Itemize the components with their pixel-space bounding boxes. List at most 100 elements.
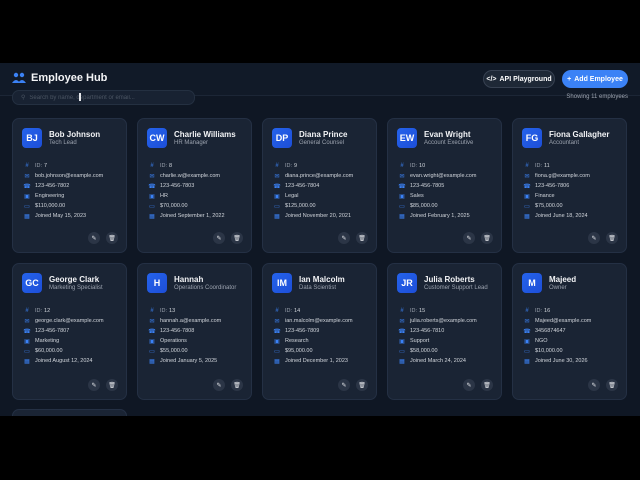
employee-card[interactable]: JR Julia Roberts Customer Support Lead # ID:…	[387, 263, 502, 400]
id-icon: #	[25, 163, 29, 169]
joined-icon: ▦	[524, 358, 530, 365]
delete-button[interactable]: 🗑︎	[356, 379, 368, 391]
employee-role: Account Executive	[424, 140, 474, 146]
salary-icon: ▭	[149, 203, 155, 210]
detail-phone: ☎ 123-456-7809	[272, 326, 353, 336]
department-icon: ▣	[24, 193, 30, 200]
app-logo[interactable]: Employee Hub	[12, 72, 107, 84]
employee-card[interactable]: FG Fiona Gallagher Accountant # ID: 11 ✉ fiona.…	[512, 118, 627, 253]
employee-card[interactable]: DP Diana Prince General Counsel # ID: 9 ✉ diana…	[262, 118, 377, 253]
text-cursor-icon	[79, 93, 81, 101]
joined-icon: ▦	[274, 213, 280, 220]
avatar: M	[522, 273, 542, 293]
id-icon: #	[275, 308, 279, 314]
id-value: 15	[419, 308, 426, 314]
detail-department: ▣ Operations	[147, 336, 221, 346]
delete-button[interactable]: 🗑︎	[106, 379, 118, 391]
pencil-icon: ✎	[216, 382, 222, 389]
avatar: DP	[272, 128, 292, 148]
id-value: 16	[544, 308, 551, 314]
employee-card[interactable]: IM Ian Malcolm Data Scientist # ID: 14 ✉ ian.ma…	[262, 263, 377, 400]
detail-department: ▣ NGO	[522, 336, 591, 346]
phone-value: 123-456-7808	[160, 328, 195, 334]
trash-icon: 🗑︎	[233, 382, 241, 389]
id-icon: #	[150, 308, 154, 314]
detail-department: ▣ Legal	[272, 191, 353, 201]
employee-card[interactable]: GC George Clark Marketing Specialist # ID: 12…	[12, 263, 127, 400]
department-value: HR	[160, 193, 168, 199]
edit-button[interactable]: ✎	[463, 232, 475, 244]
employee-name: Charlie Williams	[174, 130, 236, 139]
employee-card[interactable]: H Hannah Operations Coordinator # ID: 13 ✉ hann…	[137, 263, 252, 400]
email-value: evan.wright@example.com	[410, 173, 477, 179]
detail-salary: ▭ $110,000.00	[22, 201, 103, 211]
trash-icon: 🗑︎	[358, 382, 366, 389]
detail-phone: ☎ 123-456-7807	[22, 326, 104, 336]
employee-card[interactable]: CW Charlie Williams HR Manager # ID: 8 ✉ charli…	[137, 118, 252, 253]
edit-button[interactable]: ✎	[338, 232, 350, 244]
delete-button[interactable]: 🗑︎	[231, 232, 243, 244]
joined-value: Joined January 5, 2025	[160, 358, 218, 364]
id-icon: #	[150, 163, 154, 169]
id-value: 12	[44, 308, 51, 314]
edit-button[interactable]: ✎	[88, 379, 100, 391]
detail-email: ✉ diana.prince@example.com	[272, 171, 353, 181]
delete-button[interactable]: 🗑︎	[106, 232, 118, 244]
delete-button[interactable]: 🗑︎	[356, 232, 368, 244]
delete-button[interactable]: 🗑︎	[606, 379, 618, 391]
salary-value: $70,000.00	[160, 203, 188, 209]
department-value: Research	[285, 338, 309, 344]
card-actions: ✎ 🗑︎	[457, 232, 493, 244]
joined-icon: ▦	[399, 358, 405, 365]
salary-value: $95,000.00	[285, 348, 313, 354]
phone-value: 123-456-7809	[285, 328, 320, 334]
department-icon: ▣	[524, 338, 530, 345]
email-value: julia.roberts@example.com	[410, 318, 477, 324]
id-label: ID:	[535, 163, 543, 169]
edit-button[interactable]: ✎	[338, 379, 350, 391]
salary-value: $10,000.00	[535, 348, 563, 354]
joined-icon: ▦	[149, 213, 155, 220]
detail-salary: ▭ $10,000.00	[522, 346, 591, 356]
search-input[interactable]	[29, 94, 190, 101]
email-icon: ✉	[524, 173, 530, 180]
employee-details: # ID: 11 ✉ fiona.g@example.com ☎ 123-456-7806 ▣…	[522, 161, 590, 221]
salary-icon: ▭	[524, 203, 530, 210]
phone-icon: ☎	[523, 183, 531, 190]
pencil-icon: ✎	[216, 235, 222, 242]
employee-card[interactable]: BJ Bob Johnson Tech Lead # ID: 7 ✉ bob.johnson@…	[12, 118, 127, 253]
delete-button[interactable]: 🗑︎	[606, 232, 618, 244]
delete-button[interactable]: 🗑︎	[481, 379, 493, 391]
edit-button[interactable]: ✎	[213, 232, 225, 244]
joined-value: Joined February 1, 2025	[410, 213, 470, 219]
id-icon: #	[525, 308, 529, 314]
delete-button[interactable]: 🗑︎	[231, 379, 243, 391]
edit-button[interactable]: ✎	[88, 232, 100, 244]
edit-button[interactable]: ✎	[463, 379, 475, 391]
id-value: 11	[544, 163, 550, 169]
search-box[interactable]: ⚲	[12, 90, 195, 105]
detail-joined: ▦ Joined January 5, 2025	[147, 356, 221, 366]
edit-button[interactable]: ✎	[588, 379, 600, 391]
phone-icon: ☎	[398, 328, 406, 335]
id-label: ID:	[160, 308, 168, 314]
employee-card-partial[interactable]	[12, 409, 127, 416]
edit-button[interactable]: ✎	[588, 232, 600, 244]
salary-value: $58,000.00	[410, 348, 438, 354]
detail-department: ▣ HR	[147, 191, 225, 201]
avatar: H	[147, 273, 167, 293]
api-playground-button[interactable]: </> API Playground	[483, 70, 555, 88]
phone-value: 123-456-7804	[285, 183, 320, 189]
employee-card[interactable]: EW Evan Wright Account Executive # ID: 10 ✉ eva…	[387, 118, 502, 253]
detail-phone: ☎ 123-456-7804	[272, 181, 353, 191]
add-employee-button[interactable]: + Add Employee	[562, 70, 628, 88]
salary-value: $75,000.00	[535, 203, 563, 209]
detail-email: ✉ evan.wright@example.com	[397, 171, 476, 181]
employee-card[interactable]: M Majeed Owner # ID: 16 ✉ Majeed@example.com ☎ 34…	[512, 263, 627, 400]
edit-button[interactable]: ✎	[213, 379, 225, 391]
id-icon: #	[400, 308, 404, 314]
delete-button[interactable]: 🗑︎	[481, 232, 493, 244]
detail-salary: ▭ $85,000.00	[397, 201, 476, 211]
joined-value: Joined May 15, 2023	[35, 213, 87, 219]
avatar: JR	[397, 273, 417, 293]
